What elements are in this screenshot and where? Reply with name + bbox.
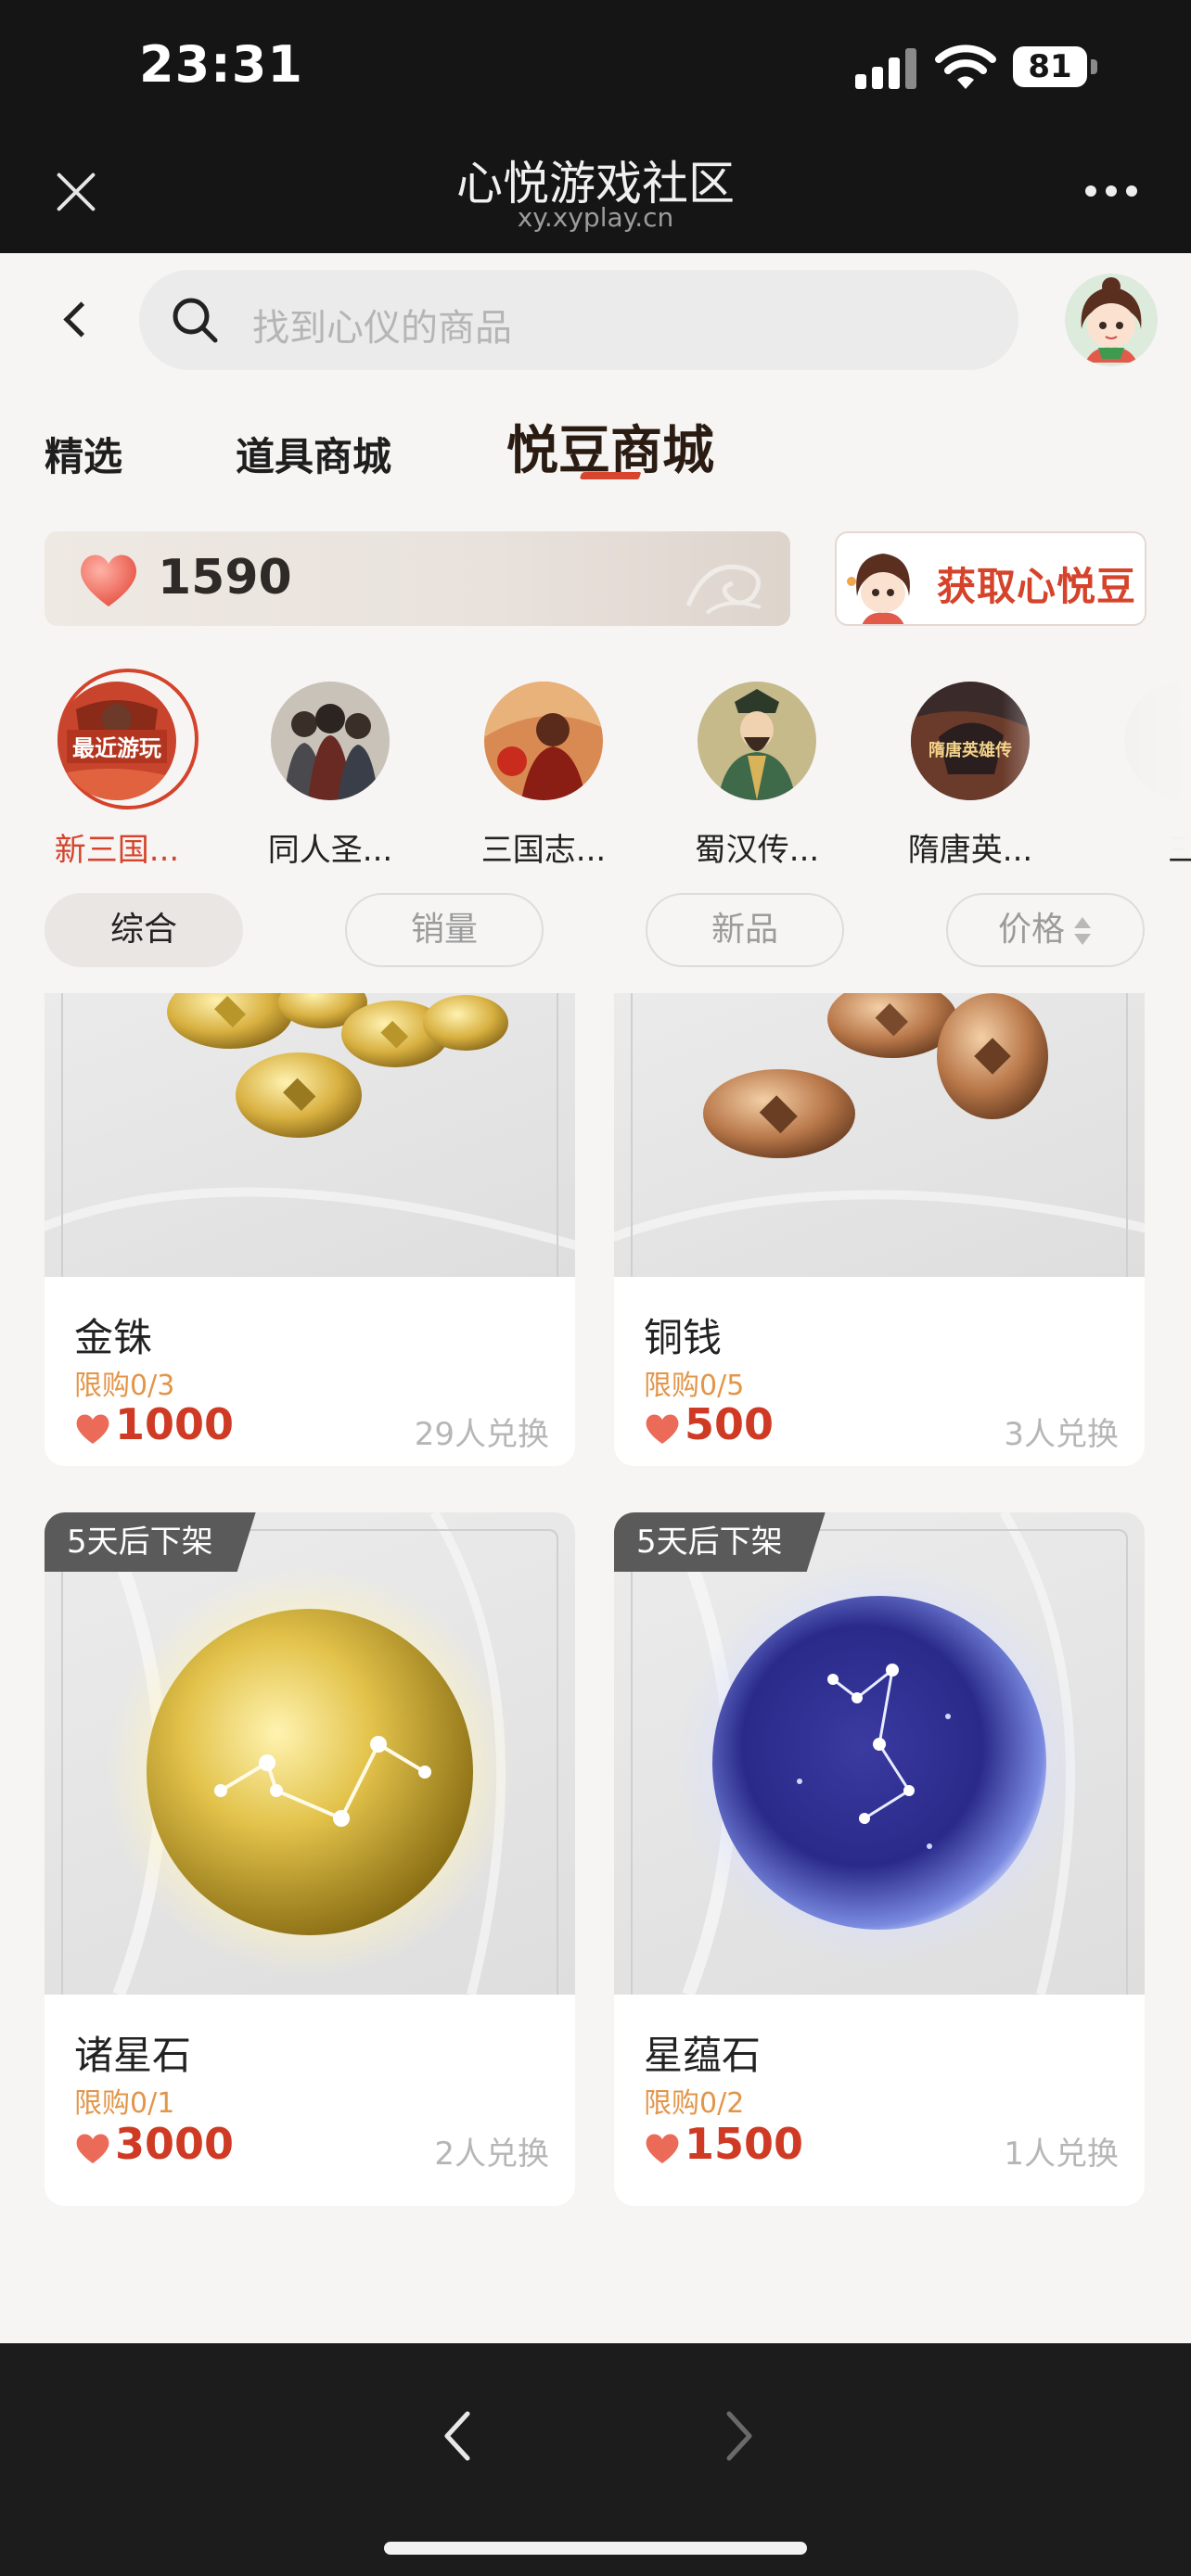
search-placeholder: 找到心仪的商品 [252, 307, 512, 350]
search-icon [173, 298, 218, 343]
wifi-icon [935, 45, 996, 89]
heart-bean-icon [81, 555, 136, 606]
delisting-tag: 5天后下架 [614, 1512, 826, 1572]
product-name: 诸星石 [74, 2033, 192, 2078]
sort-label: 销量 [410, 911, 478, 949]
sort-price[interactable]: 价格 [946, 893, 1145, 967]
home-indicator [384, 2542, 807, 2555]
browser-back-icon[interactable] [436, 2408, 482, 2464]
game-logo-text: 隋唐英雄传 [928, 740, 1012, 760]
product-name: 铜钱 [644, 1315, 723, 1360]
game-item[interactable]: 同人圣... [247, 669, 414, 870]
scroll-fade [1002, 669, 1191, 854]
browser-forward-icon[interactable] [714, 2408, 761, 2464]
gold-coins-icon [167, 993, 508, 1138]
product-image: 5天后下架 [45, 1512, 575, 1995]
get-beans-button[interactable]: 获取心悦豆 [835, 531, 1146, 626]
shop-page: 找到心仪的商品 精选 道具商城 悦豆商城 1590 获取心悦豆 最近游玩 新三国… [0, 253, 1191, 2343]
back-icon[interactable] [56, 300, 93, 337]
product-card[interactable]: 5天后下架 星蕴石 限购0/2 1500 1人兑换 [614, 1512, 1145, 2206]
product-name: 金铢 [74, 1315, 153, 1360]
tab-item-store[interactable]: 道具商城 [236, 426, 391, 482]
browser-toolbar [0, 2343, 1191, 2576]
exchange-count: 1人兑换 [1004, 2136, 1119, 2173]
sort-label: 价格 [997, 911, 1065, 949]
sort-sales[interactable]: 销量 [345, 893, 544, 967]
product-grid: 金铢 限购0/3 1000 29人兑换 铜钱 限购0/5 500 3人兑换 5天… [0, 993, 1191, 2343]
game-label: 三国志... [480, 832, 607, 869]
exchange-count: 3人兑换 [1004, 1416, 1119, 1453]
status-time: 23:31 [139, 35, 303, 94]
search-input[interactable]: 找到心仪的商品 [139, 270, 1018, 370]
battery-icon: 81 [1013, 46, 1087, 87]
price-value: 500 [685, 1399, 775, 1449]
sort-overall[interactable]: 综合 [45, 893, 243, 967]
price-value: 3000 [115, 2119, 235, 2169]
product-limit: 限购0/2 [644, 2087, 745, 2120]
game-label: 蜀汉传... [694, 832, 820, 869]
game-selector: 最近游玩 新三国... 同人圣... 三国志... 蜀汉传... 隋唐英雄传 隋… [0, 669, 1191, 869]
shop-tabs: 精选 道具商城 悦豆商城 [0, 402, 1191, 504]
heart-bean-icon [646, 2134, 679, 2163]
game-item[interactable]: 蜀汉传... [673, 669, 840, 870]
battery-tip [1091, 59, 1097, 74]
cloud-pattern-icon [685, 564, 762, 615]
mascot-icon [847, 554, 910, 624]
sort-bar: 综合 销量 新品 价格 [0, 893, 1191, 967]
product-limit: 限购0/3 [74, 1370, 175, 1402]
signal-icon [855, 46, 918, 89]
product-image [614, 993, 1145, 1277]
status-bar: 23:31 81 [0, 0, 1191, 130]
game-item[interactable]: 三国志... [460, 669, 627, 870]
recent-badge-text: 最近游玩 [72, 735, 161, 761]
heart-bean-icon [646, 1414, 679, 1444]
price-value: 1000 [115, 1399, 235, 1449]
heart-bean-icon [76, 2134, 109, 2163]
product-name: 星蕴石 [644, 2033, 762, 2078]
tab-featured[interactable]: 精选 [45, 426, 122, 482]
delisting-tag: 5天后下架 [45, 1512, 256, 1572]
sort-arrows-icon [1072, 915, 1093, 947]
product-image: 5天后下架 [614, 1512, 1145, 1995]
heart-bean-icon [76, 1414, 109, 1444]
bean-balance: 1590 [45, 531, 790, 626]
game-icon [271, 682, 390, 800]
game-label: 新三国... [54, 832, 180, 869]
product-card[interactable]: 金铢 限购0/3 1000 29人兑换 [45, 993, 575, 1466]
sort-new[interactable]: 新品 [646, 893, 844, 967]
product-card[interactable]: 铜钱 限购0/5 500 3人兑换 [614, 993, 1145, 1466]
copper-coins-icon [703, 993, 1048, 1158]
exchange-count: 29人兑换 [414, 1416, 549, 1453]
sort-label: 综合 [109, 911, 177, 949]
product-card[interactable]: 5天后下架 诸星石 限购0/1 3000 2人兑换 [45, 1512, 575, 2206]
game-item[interactable]: 最近游玩 新三国... [33, 669, 200, 870]
price-value: 1500 [685, 2119, 804, 2169]
blue-star-orb-icon [675, 1559, 1083, 1967]
exchange-count: 2人兑换 [434, 2136, 549, 2173]
game-label: 同人圣... [267, 832, 393, 869]
avatar[interactable] [1065, 274, 1158, 366]
get-beans-label: 获取心悦豆 [937, 564, 1137, 609]
game-icon [484, 682, 603, 800]
game-icon [698, 682, 816, 800]
page-url: xy.xyplay.cn [517, 202, 674, 233]
webview-header: 心悦游戏社区 xy.xyplay.cn [0, 130, 1191, 253]
more-icon[interactable] [1085, 185, 1141, 198]
sort-label: 新品 [711, 911, 778, 949]
gold-star-orb-icon [106, 1568, 514, 1976]
bean-count: 1590 [158, 550, 292, 606]
game-icon: 最近游玩 [58, 682, 176, 800]
product-limit: 限购0/5 [644, 1370, 745, 1402]
product-image [45, 993, 575, 1277]
product-limit: 限购0/1 [74, 2087, 175, 2120]
